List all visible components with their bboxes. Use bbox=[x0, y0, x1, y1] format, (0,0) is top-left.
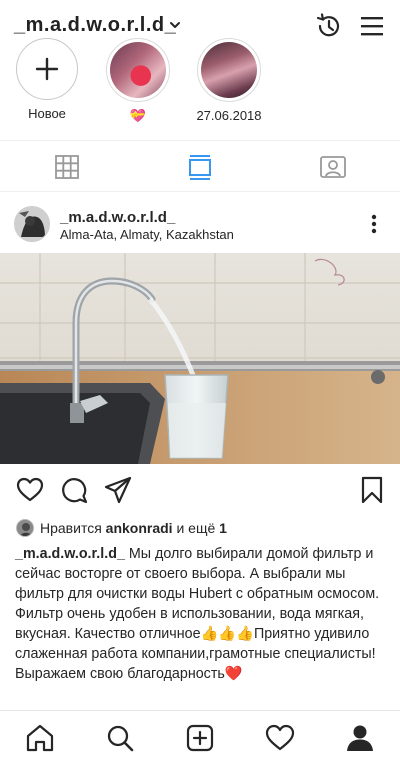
highlight-label: Новое bbox=[28, 106, 66, 121]
likes-middle: и ещё bbox=[172, 520, 220, 536]
activity-icon[interactable] bbox=[265, 723, 295, 753]
likes-row[interactable]: Нравится ankonradi и ещё 1 bbox=[16, 518, 227, 538]
more-options-icon[interactable] bbox=[364, 212, 384, 236]
chevron-down-icon[interactable] bbox=[168, 18, 182, 32]
liker-avatar bbox=[16, 519, 34, 537]
heart-icon[interactable] bbox=[16, 476, 44, 504]
tab-tagged[interactable] bbox=[266, 141, 399, 193]
faucet-photo-image bbox=[0, 253, 400, 464]
tagged-icon bbox=[319, 156, 346, 178]
feed-icon bbox=[188, 155, 211, 180]
avatar[interactable] bbox=[14, 206, 50, 242]
history-icon[interactable] bbox=[314, 11, 344, 41]
post-photo[interactable] bbox=[0, 253, 400, 464]
caption-username[interactable]: _m.a.d.w.o.r.l.d_ bbox=[15, 546, 125, 562]
profile-username[interactable]: _m.a.d.w.o.r.l.d_ bbox=[14, 14, 176, 37]
avatar-image bbox=[15, 207, 49, 241]
profile-icon[interactable] bbox=[345, 723, 375, 753]
profile-tabs bbox=[0, 140, 400, 192]
menu-icon[interactable] bbox=[358, 12, 386, 40]
post-header: _m.a.d.w.o.r.l.d_ Alma-Ata, Almaty, Kaza… bbox=[0, 200, 400, 252]
highlight-item[interactable]: 27.06.2018 bbox=[184, 38, 274, 124]
post-location[interactable]: Alma-Ata, Almaty, Kazakhstan bbox=[60, 227, 234, 242]
post-actions bbox=[0, 466, 400, 514]
highlight-cover[interactable] bbox=[197, 38, 261, 102]
likes-prefix: Нравится bbox=[40, 520, 106, 536]
tab-grid[interactable] bbox=[0, 141, 133, 193]
new-highlight-circle[interactable] bbox=[16, 38, 78, 100]
add-icon[interactable] bbox=[185, 723, 215, 753]
comment-icon[interactable] bbox=[60, 476, 88, 504]
caption-text: Мы долго выбирали домой фильтр и сейчас … bbox=[15, 546, 384, 682]
highlight-label: 27.06.2018 bbox=[196, 108, 262, 123]
plus-icon bbox=[35, 57, 59, 81]
home-icon[interactable] bbox=[25, 723, 55, 753]
bookmark-icon[interactable] bbox=[358, 476, 386, 504]
liker-username[interactable]: ankonradi bbox=[106, 520, 173, 536]
grid-icon bbox=[54, 155, 79, 179]
post-username[interactable]: _m.a.d.w.o.r.l.d_ bbox=[60, 209, 175, 226]
highlight-label: 💝 bbox=[129, 108, 147, 123]
post-caption: _m.a.d.w.o.r.l.d_ Мы долго выбирали домо… bbox=[15, 544, 387, 684]
search-icon[interactable] bbox=[105, 723, 135, 753]
highlight-cover[interactable] bbox=[106, 38, 170, 102]
share-icon[interactable] bbox=[104, 476, 132, 504]
highlight-item[interactable]: 💝 bbox=[93, 38, 183, 124]
bottom-navigation bbox=[0, 710, 400, 765]
likes-count[interactable]: 1 bbox=[219, 520, 227, 536]
tab-feed[interactable] bbox=[133, 141, 266, 193]
story-highlights: Новое 💝 27.06.2018 bbox=[0, 38, 400, 140]
highlight-new[interactable]: Новое bbox=[2, 38, 92, 122]
